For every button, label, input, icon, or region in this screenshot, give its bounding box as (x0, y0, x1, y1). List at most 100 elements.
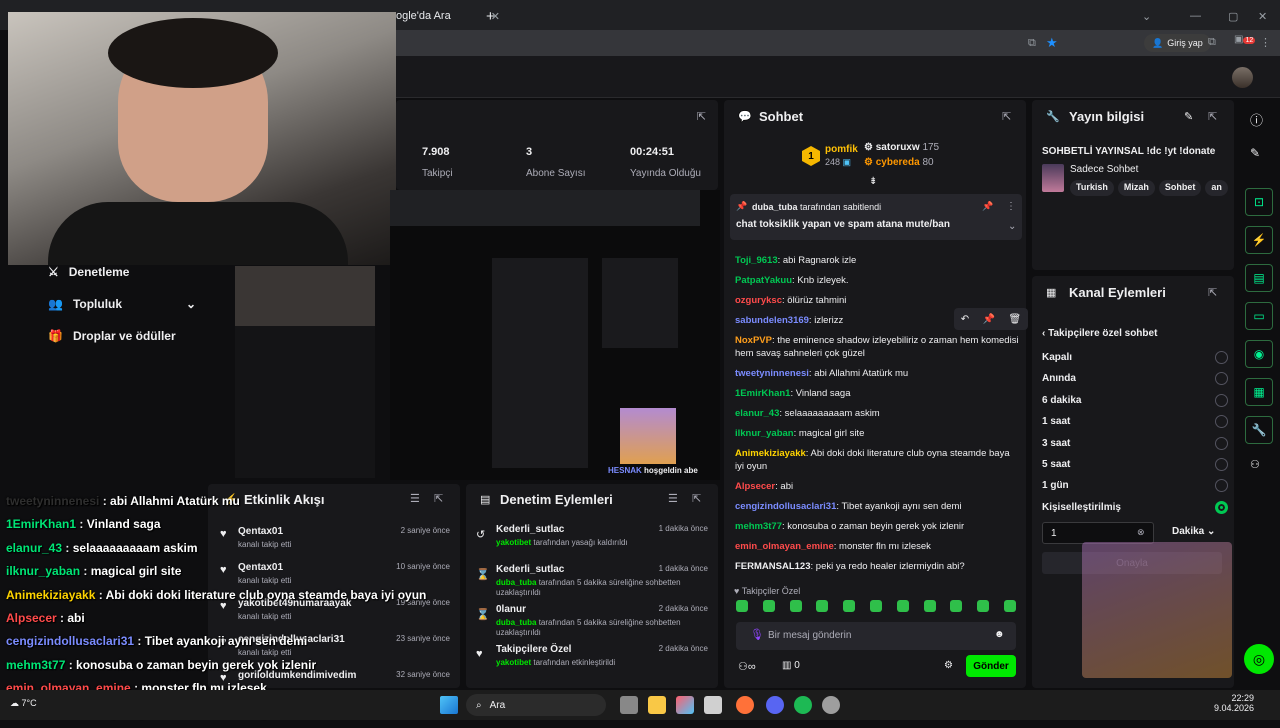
emote-icon[interactable] (816, 600, 829, 612)
file-explorer-icon[interactable] (648, 696, 666, 714)
pencil-icon[interactable]: ✎ (1250, 146, 1260, 160)
close-window-icon[interactable]: ✕ (1258, 4, 1267, 28)
chat-username[interactable]: ilknur_yaban (735, 428, 794, 439)
emote-icon[interactable] (896, 600, 909, 612)
mod-action-user[interactable]: Takipçilere Özel (496, 644, 571, 655)
custom-duration-input[interactable]: 1 ⊗ (1042, 522, 1154, 544)
sidebar-item-droplar[interactable]: 🎁 Droplar ve ödüller (48, 329, 176, 343)
info-icon[interactable]: ⓘ (1250, 110, 1263, 129)
extension-badge-icon[interactable]: ▣ 12 (1234, 34, 1256, 45)
minimize-icon[interactable]: — (1190, 4, 1201, 28)
duration-option[interactable]: Anında (1042, 371, 1228, 392)
emote-icon[interactable] (1003, 600, 1016, 612)
duration-option[interactable]: 6 dakika (1042, 393, 1228, 414)
wrench-icon[interactable]: 🔧 (1245, 416, 1273, 444)
chat-input[interactable]: 🎙 Bir mesaj gönderin ☻ (736, 622, 1016, 650)
chat-username[interactable]: elanur_43 (735, 408, 779, 419)
emote-icon[interactable] (789, 600, 802, 612)
emote-icon[interactable] (869, 600, 882, 612)
emote-icon[interactable] (977, 600, 990, 612)
chat-username[interactable]: cengizindollusaclari31 (735, 501, 836, 512)
maximize-icon[interactable]: ▢ (1228, 4, 1238, 28)
pinned-message[interactable]: 📌 duba_tuba tarafından sabitlendi 📌 ⋮ ch… (730, 194, 1022, 240)
chat-message[interactable]: Animekiziayakk: Abi doki doki literature… (735, 447, 1020, 473)
radio-button[interactable] (1215, 457, 1228, 471)
menu-icon[interactable]: ⋮ (1260, 36, 1271, 49)
popout-icon[interactable]: ⇱ (1208, 286, 1217, 299)
radio-button[interactable] (1215, 351, 1228, 364)
chat-message[interactable]: cengizindollusaclari31: Tibet ayankoji a… (735, 500, 1020, 513)
chat-message[interactable]: FERMANSAL123: peki ya redo healer izlerm… (735, 560, 1020, 573)
discord-icon[interactable] (766, 696, 784, 714)
chat-message[interactable]: mehm3t77: konosuba o zaman beyin gerek y… (735, 520, 1020, 533)
mod-action-user[interactable]: Kederli_sutlac (496, 564, 564, 575)
chat-username[interactable]: ozguryksc (735, 295, 782, 306)
chevron-down-icon[interactable]: ⌄ (1008, 221, 1016, 232)
more-icon[interactable]: ⋮ (1006, 201, 1016, 212)
browser-tab[interactable]: ogle'da Ara ✕ (396, 4, 500, 28)
chat-username[interactable]: Toji_9613 (735, 255, 778, 266)
tab-list-icon[interactable]: ⌄ (1142, 4, 1151, 28)
document-icon[interactable]: ▤ (1245, 264, 1273, 292)
mod-action-user[interactable]: Kederli_sutlac (496, 524, 564, 535)
chat-message[interactable]: Alpsecer: abi (735, 480, 1020, 493)
radio-button[interactable] (1215, 372, 1228, 386)
duration-option[interactable]: 1 saat (1042, 414, 1228, 435)
chat-message[interactable]: ozguryksc: ölürüz tahmini (735, 294, 1020, 307)
focus-icon[interactable]: ⊡ (1245, 188, 1273, 216)
top-gifter-1[interactable]: pomfik (825, 144, 858, 155)
channel-icon[interactable]: ▦ (1245, 378, 1273, 406)
duration-option[interactable]: Kişiselleştirilmiş (1042, 500, 1228, 521)
chat-bubble-icon[interactable]: ▭ (1245, 302, 1273, 330)
popout-icon[interactable]: ⇱ (1208, 110, 1217, 123)
chat-message[interactable]: 1EmirKhan1: Vinland saga (735, 387, 1020, 400)
obs-icon[interactable] (822, 696, 840, 714)
popout-icon[interactable]: ⇱ (692, 492, 701, 505)
tag-chip[interactable]: an (1205, 180, 1228, 196)
community-icon[interactable]: ⚇ (1250, 458, 1260, 471)
chat-username[interactable]: NoxPVP (735, 335, 772, 346)
radio-button[interactable] (1215, 436, 1228, 450)
copilot-icon[interactable] (676, 696, 694, 714)
mod-action-user[interactable]: 0lanur (496, 604, 526, 615)
settings-icon[interactable]: ⚙ (944, 660, 953, 671)
chat-username[interactable]: mehm3t77 (735, 521, 782, 532)
clear-icon[interactable]: ⊗ (1137, 527, 1145, 538)
tag-chip[interactable]: Mizah (1117, 180, 1155, 196)
popout-icon[interactable]: ⇱ (434, 492, 443, 505)
popout-icon[interactable]: ⇱ (1002, 110, 1011, 123)
duration-option[interactable]: 3 saat (1042, 436, 1228, 457)
chat-message[interactable]: tweetyninnenesi: abi Allahmi Atatürk mu (735, 367, 1020, 380)
duration-option[interactable]: Kapalı (1042, 350, 1228, 371)
microphone-icon[interactable]: 🎙 (750, 628, 764, 641)
community-icon[interactable]: ⚇∞ (738, 660, 756, 673)
extensions-icon[interactable]: ⧉ (1208, 36, 1216, 49)
chat-username[interactable]: Animekiziayakk (735, 448, 806, 459)
category-name[interactable]: Sadece Sohbet (1070, 164, 1138, 175)
new-tab-button[interactable]: + (486, 4, 495, 28)
chat-username[interactable]: FERMANSAL123 (735, 561, 811, 572)
top-gifter-3[interactable]: ⚙ cybereda 80 (864, 157, 934, 168)
top-gifter-2[interactable]: ⚙ satoruxw 175 (864, 142, 939, 153)
chat-message[interactable]: ilknur_yaban: magical girl site (735, 427, 1020, 440)
chat-message[interactable]: emin_olmayan_emine: monster fln mı izles… (735, 540, 1020, 553)
sidebar-item-topluluk[interactable]: 👥 Topluluk ⌄ (48, 297, 196, 311)
chat-message[interactable]: elanur_43: selaaaaaaaaam askim (735, 407, 1020, 420)
firefox-icon[interactable] (736, 696, 754, 714)
send-button[interactable]: Gönder (966, 655, 1016, 677)
radio-button[interactable] (1215, 393, 1228, 407)
emote-icon[interactable] (843, 600, 856, 612)
chat-username[interactable]: Alpsecer (735, 481, 775, 492)
back-button[interactable]: ‹ Takipçilere özel sohbet (1042, 328, 1157, 339)
tag-chip[interactable]: Turkish (1070, 180, 1114, 196)
taskbar-search[interactable]: ⌕ Ara (466, 694, 606, 716)
emoji-icon[interactable]: ☻ (994, 629, 1005, 640)
reply-icon[interactable]: ↶ (961, 314, 969, 325)
chat-message[interactable]: NoxPVP: the eminence shadow izleyebiliri… (735, 334, 1020, 360)
star-icon[interactable]: ★ (1046, 35, 1058, 51)
sidebar-item-denetleme[interactable]: ⚔ Denetleme (48, 265, 129, 279)
emote-icon[interactable] (736, 600, 748, 612)
emote-icon[interactable] (950, 600, 963, 612)
store-icon[interactable] (704, 696, 722, 714)
filter-icon[interactable]: ☰ (668, 492, 678, 505)
